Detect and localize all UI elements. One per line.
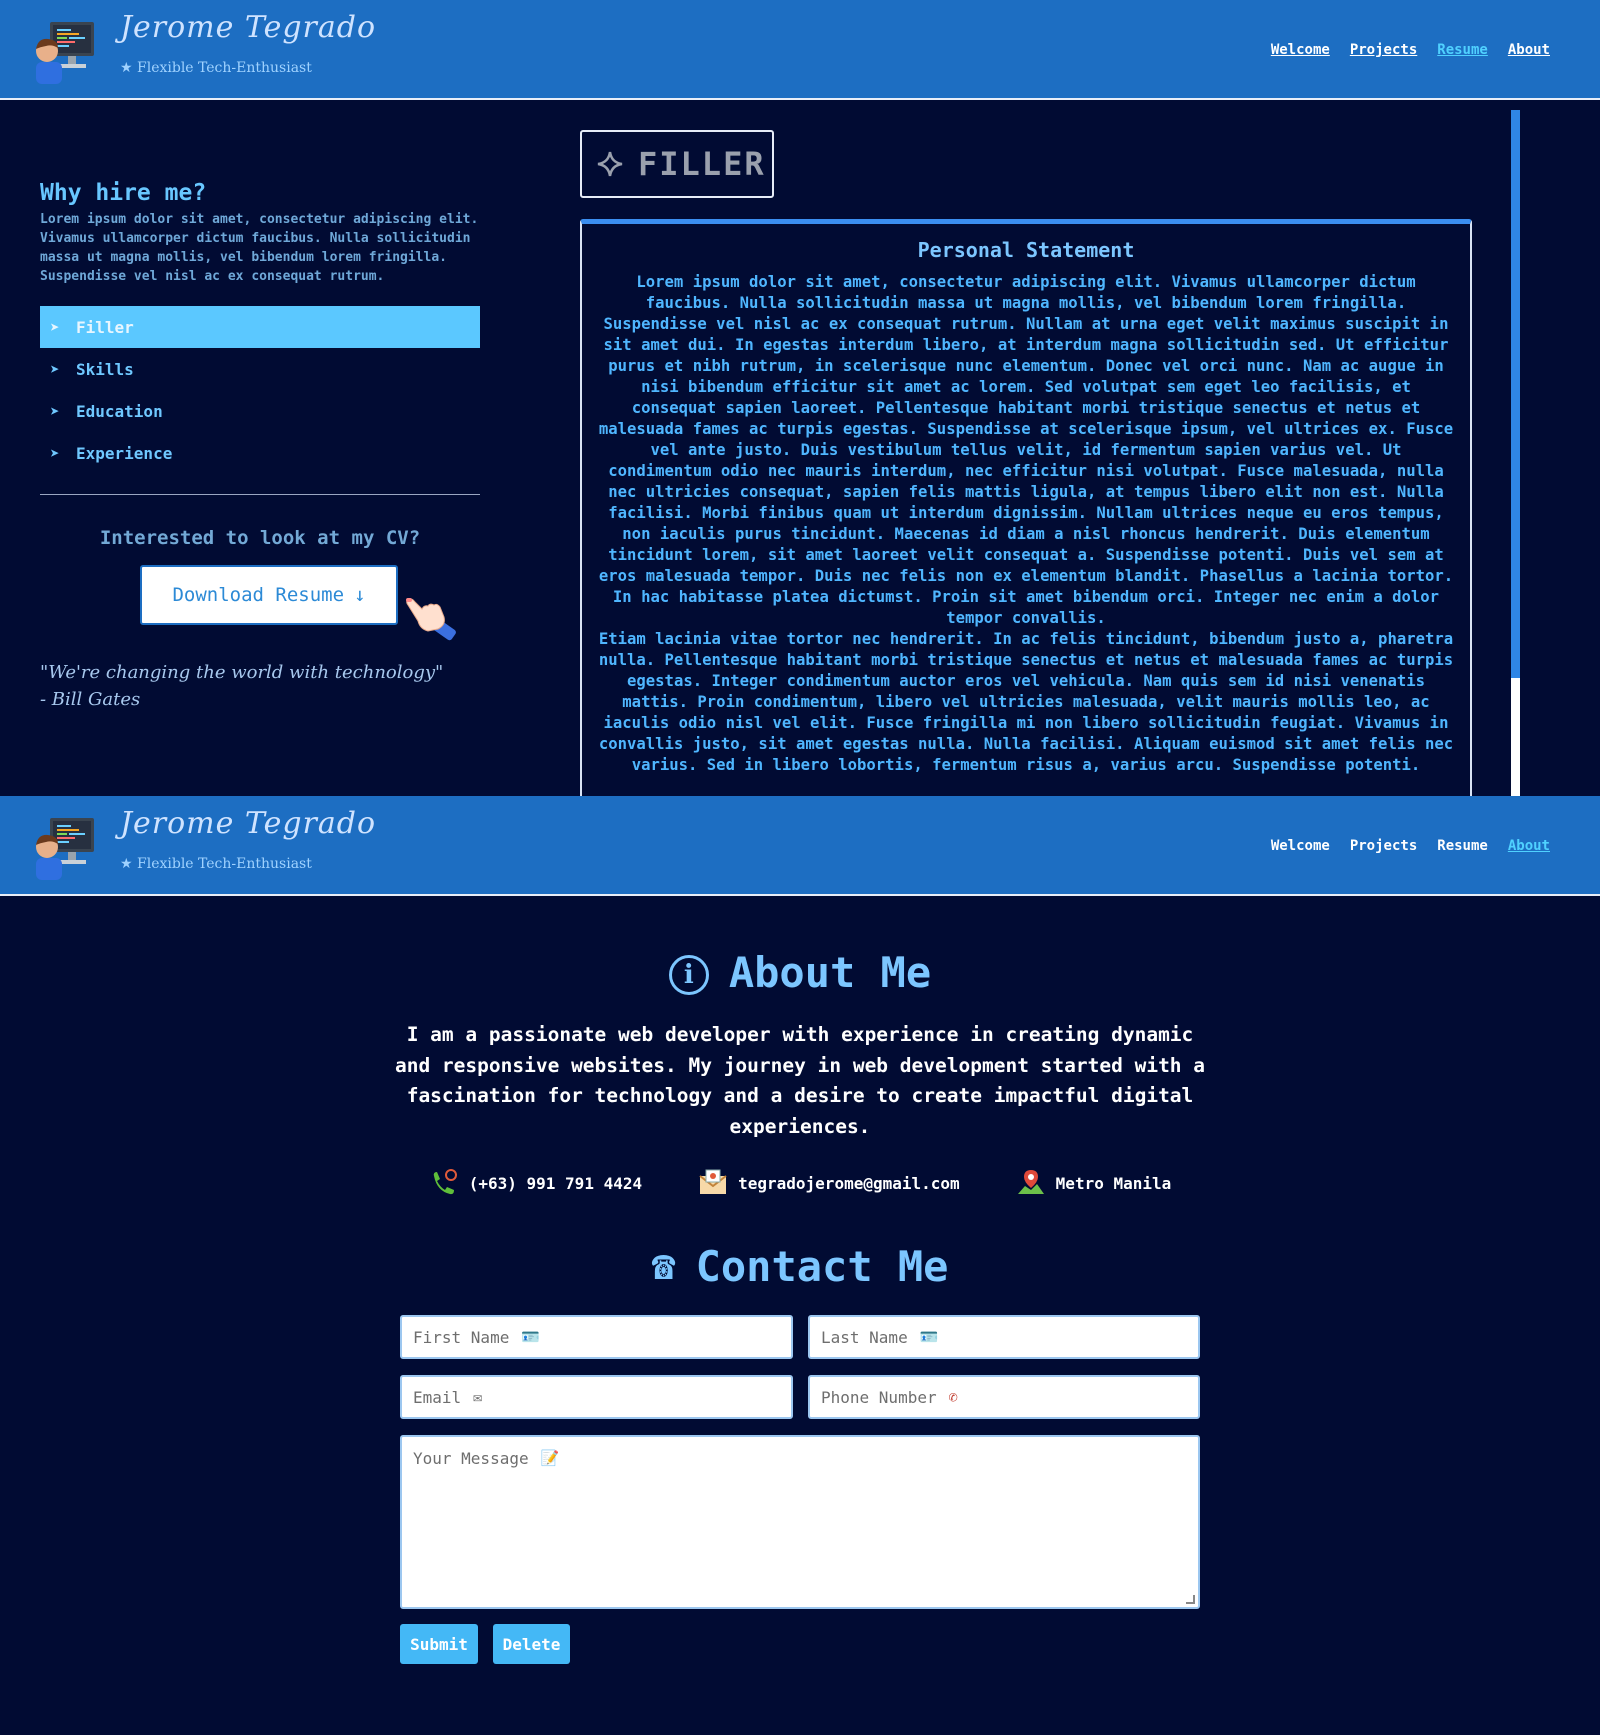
about-title: i About Me (0, 948, 1600, 997)
menu-item-experience[interactable]: ➤ Experience (40, 432, 480, 474)
site-name: Jerome Tegrado (120, 806, 377, 841)
contact-location: Metro Manila (1016, 1168, 1172, 1198)
envelope-icon: ✉ (473, 1388, 483, 1406)
menu-item-label: Experience (76, 443, 173, 463)
email-text: tegradojerome@gmail.com (738, 1173, 960, 1193)
last-name-placeholder: Last Name (821, 1327, 908, 1347)
developer-avatar-icon (36, 22, 94, 84)
pointing-hand-icon (406, 598, 456, 641)
site-tagline: ★ Flexible Tech-Enthusiast (120, 856, 312, 872)
arrow-right-icon: ➤ (50, 359, 60, 379)
memo-icon: 📝 (540, 1449, 560, 1467)
resize-handle[interactable] (1186, 1595, 1195, 1604)
contact-info: (+63) 991 791 4424 tegradojerome@gmail.c… (0, 1168, 1600, 1198)
email-field[interactable]: Email ✉ (400, 1375, 793, 1419)
delete-button[interactable]: Delete (493, 1624, 570, 1664)
contact-title-text: Contact Me (695, 1242, 949, 1291)
quote-author: - Bill Gates (40, 689, 141, 710)
phone-receiver-icon: ✆ (948, 1388, 958, 1406)
cv-question: Interested to look at my CV? (99, 527, 421, 549)
site-name: Jerome Tegrado (120, 10, 377, 45)
download-resume-button[interactable]: Download Resume ↓ (140, 565, 398, 625)
nav-resume[interactable]: Resume (1437, 42, 1488, 58)
nav-about[interactable]: About (1508, 838, 1550, 854)
phone-icon (433, 1169, 457, 1195)
nav-resume[interactable]: Resume (1437, 838, 1488, 854)
nav-about[interactable]: About (1508, 42, 1550, 58)
personal-statement-card: Personal Statement Lorem ipsum dolor sit… (580, 219, 1472, 796)
scrollbar[interactable] (1511, 110, 1520, 796)
download-label: Download Resume (172, 584, 345, 606)
sparkle-icon (597, 151, 623, 177)
map-pin-icon (1017, 1170, 1044, 1194)
phone-text: (+63) 991 791 4424 (468, 1173, 643, 1193)
menu-item-label: Filler (76, 317, 134, 337)
phone-placeholder: Phone Number (821, 1387, 937, 1407)
contact-email: tegradojerome@gmail.com (698, 1168, 960, 1198)
arrow-right-icon: ➤ (50, 317, 60, 337)
contact-phone: (+63) 991 791 4424 (429, 1168, 642, 1198)
info-icon: i (668, 955, 709, 995)
why-hire-title: Why hire me? (40, 180, 207, 206)
arrow-right-icon: ➤ (50, 401, 60, 421)
menu-item-education[interactable]: ➤ Education (40, 390, 480, 432)
site-header: Jerome Tegrado ★ Flexible Tech-Enthusias… (0, 0, 1600, 100)
statement-title: Personal Statement (917, 238, 1135, 262)
resume-sidebar: Why hire me? Lorem ipsum dolor sit amet,… (40, 180, 480, 713)
message-field[interactable]: Your Message 📝 (400, 1435, 1200, 1609)
arrow-down-icon: ↓ (354, 584, 366, 606)
id-card-icon: 🪪 (919, 1328, 939, 1346)
email-icon (699, 1169, 727, 1194)
nav-projects[interactable]: Projects (1350, 42, 1417, 58)
first-name-field[interactable]: First Name 🪪 (400, 1315, 793, 1359)
site-tagline: ★ Flexible Tech-Enthusiast (120, 60, 312, 76)
menu-item-skills[interactable]: ➤ Skills (40, 348, 480, 390)
first-name-placeholder: First Name (413, 1327, 510, 1347)
menu-item-label: Education (76, 401, 163, 421)
statement-text: Lorem ipsum dolor sit amet, consectetur … (598, 273, 1454, 627)
about-title-text: About Me (728, 948, 932, 997)
menu-item-filler[interactable]: ➤ Filler (40, 306, 480, 348)
location-text: Metro Manila (1055, 1173, 1172, 1193)
quote-text: "We're changing the world with technolog… (40, 662, 444, 683)
submit-button[interactable]: Submit (400, 1624, 478, 1664)
resume-menu: ➤ Filler ➤ Skills ➤ Education ➤ Experien… (40, 306, 480, 474)
main-nav: Welcome Projects Resume About (1271, 42, 1550, 58)
site-header-2: Jerome Tegrado ★ Flexible Tech-Enthusias… (0, 796, 1600, 896)
download-area: Download Resume ↓ (40, 565, 480, 641)
arrow-right-icon: ➤ (50, 443, 60, 463)
email-placeholder: Email (413, 1387, 462, 1407)
menu-item-label: Skills (76, 359, 134, 379)
nav-projects[interactable]: Projects (1350, 838, 1417, 854)
phone-field[interactable]: Phone Number ✆ (808, 1375, 1200, 1419)
filler-heading: FILLER (580, 130, 774, 198)
filler-label: FILLER (638, 145, 766, 183)
divider (40, 494, 480, 495)
main-nav: Welcome Projects Resume About (1271, 838, 1550, 854)
nav-welcome[interactable]: Welcome (1271, 42, 1330, 58)
statement-text-2: Etiam lacinia vitae tortor nec hendrerit… (598, 630, 1454, 774)
telephone-icon: ☎ (651, 1243, 676, 1289)
developer-avatar-icon (36, 818, 94, 880)
id-card-icon: 🪪 (521, 1328, 541, 1346)
last-name-field[interactable]: Last Name 🪪 (808, 1315, 1200, 1359)
scrollbar-thumb[interactable] (1511, 110, 1520, 678)
why-hire-text: Lorem ipsum dolor sit amet, consectetur … (40, 212, 479, 284)
nav-welcome[interactable]: Welcome (1271, 838, 1330, 854)
about-text: I am a passionate web developer with exp… (394, 1023, 1206, 1138)
contact-title: ☎ Contact Me (0, 1242, 1600, 1291)
quote: "We're changing the world with technolog… (40, 659, 480, 713)
message-placeholder: Your Message (413, 1449, 529, 1468)
